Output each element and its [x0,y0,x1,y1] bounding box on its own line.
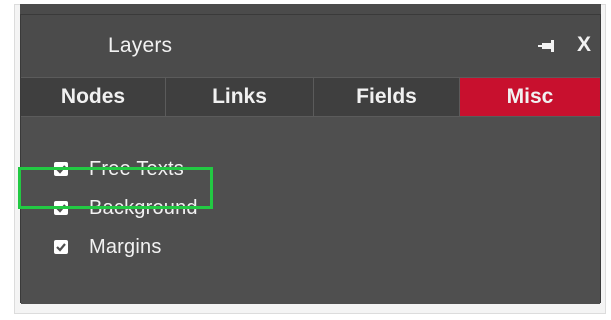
checkbox-checked-icon [56,243,66,252]
background-label: Background [89,196,198,219]
pin-icon[interactable] [537,37,559,55]
background-checkbox[interactable] [54,201,68,215]
checkbox-checked-icon [56,204,66,213]
tab-fields[interactable]: Fields [314,78,460,116]
tab-nodes-label: Nodes [60,85,126,108]
checkbox-checked-icon [56,165,66,174]
close-icon[interactable]: X [577,33,591,57]
tab-links[interactable]: Links [166,78,314,116]
margins-label: Margins [89,235,162,258]
free-texts-label: Free Texts [89,157,184,180]
tab-nodes[interactable]: Nodes [21,78,166,116]
tab-links-label: Links [212,85,267,108]
layers-panel: Layers X Nodes Links Fields Misc Free Te… [20,14,601,304]
panel-titlebar[interactable]: Layers X [21,15,600,77]
panel-title: Layers [108,34,173,57]
tab-fields-label: Fields [356,85,417,108]
free-texts-checkbox[interactable] [54,162,68,176]
tab-misc-label: Misc [506,85,554,108]
margins-checkbox[interactable] [54,240,68,254]
misc-tab-content: Free Texts Background Margins [21,117,600,304]
tab-bar: Nodes Links Fields Misc [21,77,600,117]
list-item-free-texts[interactable]: Free Texts [54,154,184,184]
list-item-margins[interactable]: Margins [54,232,162,262]
tab-misc[interactable]: Misc [460,78,600,116]
list-item-background[interactable]: Background [54,193,198,223]
